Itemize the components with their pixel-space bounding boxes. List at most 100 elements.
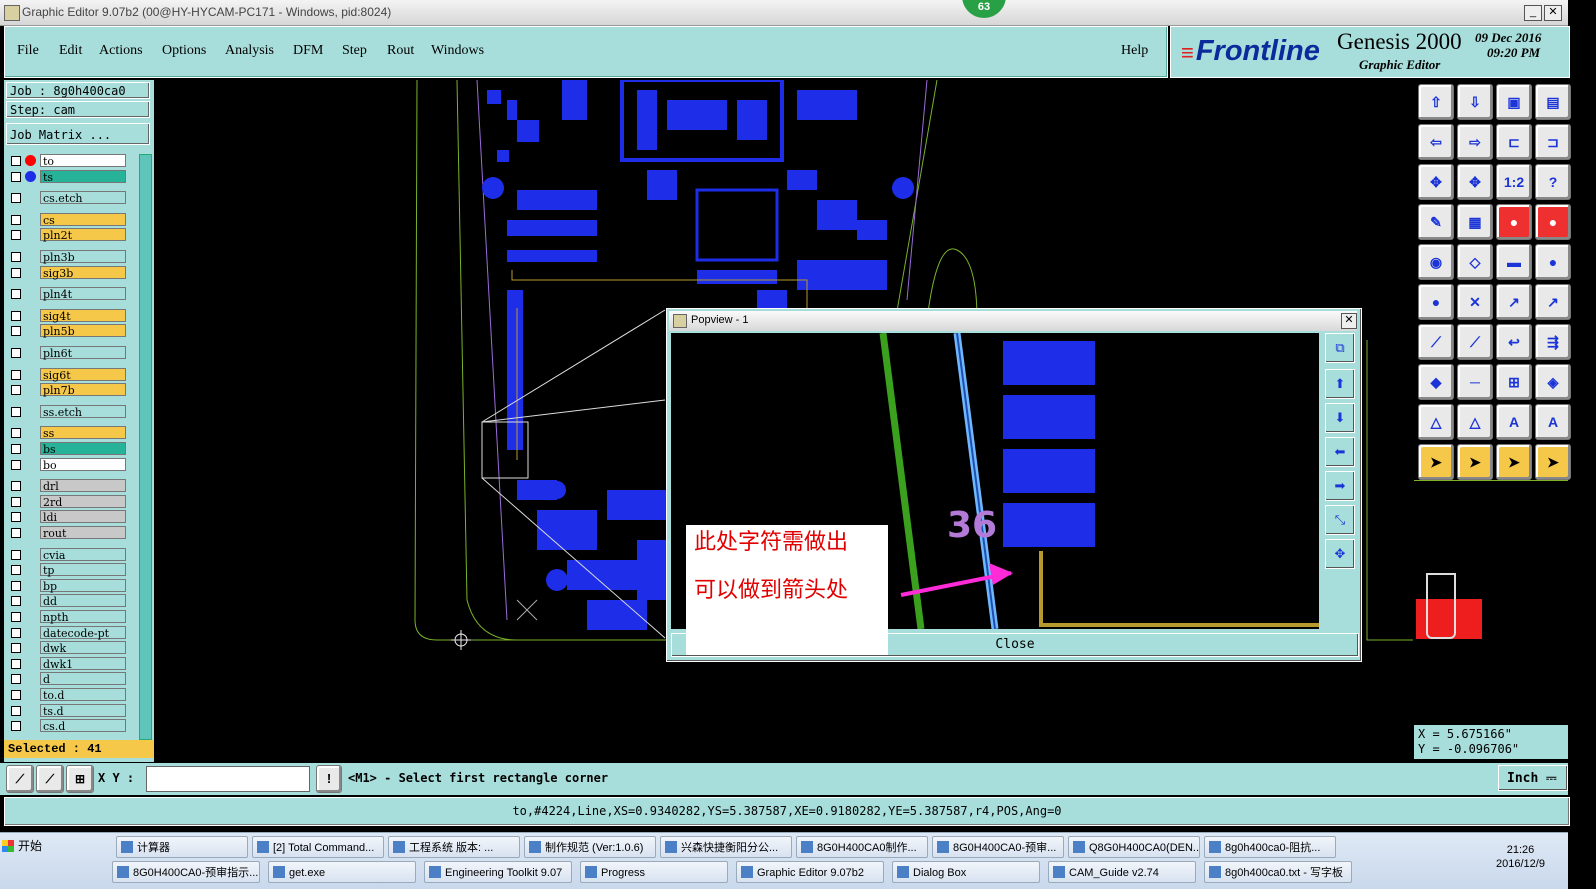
taskbar-item[interactable]: Graphic Editor 9.07b2: [736, 861, 884, 883]
layer-name[interactable]: cs.etch: [40, 191, 126, 205]
taskbar-item[interactable]: Dialog Box: [892, 861, 1040, 883]
menu-actions[interactable]: Actions: [99, 43, 143, 59]
layer-row[interactable]: pln4t: [8, 287, 126, 301]
menu-edit[interactable]: Edit: [59, 43, 82, 59]
layer-checkbox[interactable]: [11, 444, 21, 454]
layer-name[interactable]: tp: [40, 563, 126, 577]
layer-checkbox[interactable]: [11, 214, 21, 225]
layer-row[interactable]: dwk: [8, 641, 126, 655]
taskbar-item[interactable]: 8G0H400CA0-预审...: [932, 836, 1064, 858]
layer-row[interactable]: pln5b: [8, 324, 126, 338]
layer-name[interactable]: dwk: [40, 641, 126, 655]
tool-button-17[interactable]: ◉: [1418, 244, 1454, 280]
layer-name[interactable]: bs: [40, 442, 126, 456]
layer-checkbox[interactable]: [11, 289, 21, 300]
cmd-tool-1[interactable]: ⟋: [6, 765, 34, 793]
tool-button-10[interactable]: ✥: [1457, 164, 1493, 200]
layer-checkbox[interactable]: [11, 406, 21, 417]
layer-name[interactable]: bo: [40, 457, 126, 472]
popview-tool-7[interactable]: ✥: [1325, 539, 1355, 569]
taskbar-item[interactable]: 兴森快捷衡阳分公...: [660, 836, 792, 858]
layer-name[interactable]: bp: [40, 578, 126, 593]
layer-row[interactable]: pln7b: [8, 383, 126, 397]
layer-name[interactable]: cvia: [40, 547, 126, 562]
tool-button-5[interactable]: ⇦: [1418, 124, 1454, 160]
tool-button-18[interactable]: ◇: [1457, 244, 1493, 280]
layer-checkbox[interactable]: [11, 171, 21, 182]
layer-checkbox[interactable]: [11, 721, 21, 732]
layer-name[interactable]: to.d: [40, 688, 126, 702]
menu-step[interactable]: Step: [342, 43, 367, 59]
tool-button-40[interactable]: ➤: [1535, 444, 1571, 480]
clock[interactable]: 21:26 2016/12/9: [1496, 843, 1545, 871]
layer-checkbox[interactable]: [11, 459, 21, 470]
taskbar-item[interactable]: get.exe: [268, 861, 416, 883]
layer-row[interactable]: to: [8, 154, 126, 168]
tool-button-33[interactable]: △: [1418, 404, 1454, 440]
taskbar-item[interactable]: 制作规范 (Ver:1.0.6): [524, 836, 656, 858]
tool-button-30[interactable]: ─: [1457, 364, 1493, 400]
layer-name[interactable]: d: [40, 672, 126, 686]
layer-checkbox[interactable]: [11, 612, 21, 622]
tool-button-36[interactable]: A: [1535, 404, 1571, 440]
menu-help[interactable]: Help: [1121, 43, 1148, 59]
start-button[interactable]: 开始: [0, 835, 64, 857]
layer-row[interactable]: 2rd: [8, 494, 126, 509]
menu-file[interactable]: File: [17, 43, 39, 59]
layer-checkbox[interactable]: [11, 643, 21, 654]
layer-name[interactable]: 2rd: [40, 494, 126, 509]
taskbar-item[interactable]: 8G0H400CA0-预审指示...: [112, 861, 260, 883]
layer-row[interactable]: d: [8, 672, 126, 686]
layer-checkbox[interactable]: [11, 596, 21, 607]
layer-name[interactable]: to: [40, 154, 126, 168]
unit-selector[interactable]: Inch ⎓: [1498, 765, 1568, 791]
layer-row[interactable]: bs: [8, 442, 126, 456]
tool-button-11[interactable]: 1:2: [1496, 164, 1532, 200]
layer-row[interactable]: ldi: [8, 510, 126, 524]
layer-row[interactable]: pln3b: [8, 250, 126, 264]
layer-name[interactable]: pln4t: [40, 287, 126, 301]
layer-checkbox[interactable]: [11, 385, 21, 396]
tool-button-37[interactable]: ➤: [1418, 444, 1454, 480]
layer-name[interactable]: dwk1: [40, 656, 126, 671]
taskbar-item[interactable]: 8G0H400CA0制作...: [796, 836, 928, 858]
tool-button-16[interactable]: ●: [1535, 204, 1571, 240]
layer-scrollbar[interactable]: [139, 154, 152, 740]
menu-windows[interactable]: Windows: [431, 43, 484, 59]
layer-checkbox[interactable]: [11, 565, 21, 576]
taskbar-item[interactable]: 计算器: [116, 836, 248, 858]
tool-button-31[interactable]: ⊞: [1496, 364, 1532, 400]
layer-checkbox[interactable]: [11, 369, 21, 380]
layer-name[interactable]: ss.etch: [40, 404, 126, 419]
layer-name[interactable]: ss: [40, 426, 126, 440]
layer-checkbox[interactable]: [11, 580, 21, 591]
layer-name[interactable]: ts: [40, 169, 126, 184]
tool-button-14[interactable]: ▦: [1457, 204, 1493, 240]
layer-checkbox[interactable]: [11, 310, 21, 321]
layer-row[interactable]: to.d: [8, 688, 126, 702]
minimize-button[interactable]: _: [1524, 5, 1542, 21]
taskbar-item[interactable]: Q8G0H400CA0(DEN...: [1068, 836, 1200, 858]
tool-button-19[interactable]: ▬: [1496, 244, 1532, 280]
menu-analysis[interactable]: Analysis: [225, 43, 274, 59]
layer-name[interactable]: pln5b: [40, 324, 126, 338]
layer-checkbox[interactable]: [11, 528, 21, 538]
tool-button-8[interactable]: ⊐: [1535, 124, 1571, 160]
layer-name[interactable]: drl: [40, 479, 126, 493]
tool-button-13[interactable]: ✎: [1418, 204, 1454, 240]
layer-row[interactable]: dwk1: [8, 656, 126, 671]
layer-row[interactable]: ts.d: [8, 703, 126, 718]
tool-button-24[interactable]: ↗: [1535, 284, 1571, 320]
layer-checkbox[interactable]: [11, 658, 21, 669]
tool-button-21[interactable]: ●: [1418, 284, 1454, 320]
layer-name[interactable]: dd: [40, 594, 126, 608]
tool-button-7[interactable]: ⊏: [1496, 124, 1532, 160]
layer-checkbox[interactable]: [11, 428, 21, 439]
tool-button-27[interactable]: ↩: [1496, 324, 1532, 360]
layer-row[interactable]: cvia: [8, 547, 126, 562]
tool-button-15[interactable]: ●: [1496, 204, 1532, 240]
layer-checkbox[interactable]: [11, 252, 21, 262]
layer-row[interactable]: bo: [8, 457, 126, 472]
popview-tool-5[interactable]: ➡: [1325, 471, 1355, 501]
layer-name[interactable]: sig3b: [40, 265, 126, 280]
